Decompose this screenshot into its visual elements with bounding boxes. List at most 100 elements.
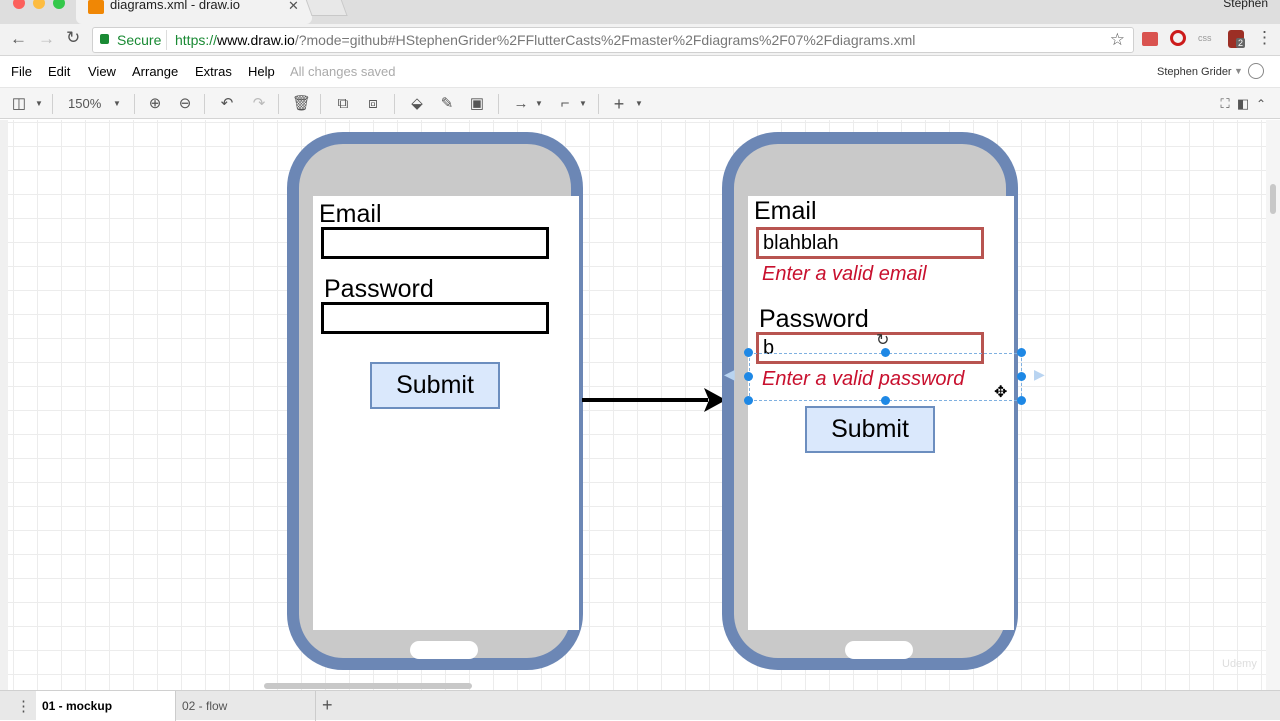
rotate-handle-icon[interactable]: ↻ [876,330,889,350]
panel-dropdown-icon[interactable]: ▼ [30,95,48,113]
resize-handle[interactable] [1017,348,1026,357]
page-tab-mockup[interactable]: 01 - mockup [36,691,176,721]
line-color-icon[interactable]: ✎ [438,95,456,113]
page-tab-flow[interactable]: 02 - flow [176,691,316,721]
zoom-level[interactable]: 150% [68,96,101,111]
resize-handle[interactable] [744,348,753,357]
clone-right-arrow-icon[interactable]: ▶ [1034,366,1045,383]
format-panel-icon[interactable]: ◫ [10,95,28,113]
bookmark-star-icon[interactable]: ☆ [1110,30,1125,50]
extension-badge: 2 [1236,38,1246,48]
to-back-icon[interactable]: ⧈ [364,95,382,113]
zoom-out-icon[interactable]: ⊖ [176,95,194,113]
app-toolbar: ◫ ▼ 150% ▼ ⊕ ⊖ ↶ ↷ 🗑 ⧉ ⧈ ⬙ ✎ ▣ → ▼ ⌐ ▼ +… [0,87,1280,119]
url-scheme: https:// [175,32,218,48]
browser-tab-active[interactable]: diagrams.xml - draw.io ✕ [76,0,312,24]
selection-box [749,353,1022,401]
reload-icon[interactable]: ↻ [66,28,80,48]
shield-extension-icon[interactable]: 2 [1228,30,1246,48]
resize-handle[interactable] [1017,372,1026,381]
to-front-icon[interactable]: ⧉ [334,95,352,113]
browser-address-row: ← → ↻ Secure https://www.draw.io/?mode=g… [0,24,1280,56]
drawio-favicon-icon [88,0,104,14]
url-divider [166,30,167,50]
back-arrow-icon[interactable]: ← [10,29,27,49]
menu-help[interactable]: Help [248,64,275,79]
connection-style-icon[interactable]: → [512,95,530,113]
toolbar-separator [134,94,135,114]
fullscreen-icon[interactable]: ⛶ [1216,95,1234,113]
css-extension-icon[interactable]: css [1198,33,1212,43]
resize-handle[interactable] [744,396,753,405]
extension-red-icon[interactable] [1142,32,1158,46]
move-cursor-icon: ✥ [994,384,1008,401]
tab-title: diagrams.xml - draw.io [110,0,241,12]
save-status: All changes saved [290,64,396,79]
app-menubar: File Edit View Arrange Extras Help All c… [0,57,1280,87]
opera-extension-icon[interactable] [1170,30,1186,46]
url-text: https://www.draw.io/?mode=github#HStephe… [175,32,915,48]
url-path: /?mode=github#HStephenGrider%2FFlutterCa… [294,32,916,48]
zoom-dropdown-icon[interactable]: ▼ [108,95,126,113]
waypoints-dropdown-icon[interactable]: ▼ [574,95,592,113]
url-bar[interactable]: Secure https://www.draw.io/?mode=github#… [92,27,1134,53]
secure-label: Secure [117,32,162,48]
profile-name[interactable]: Stephen [1223,0,1268,10]
password-field[interactable] [321,302,549,334]
left-sidebar-collapsed[interactable] [0,120,8,690]
fill-color-icon[interactable]: ⬙ [408,95,426,113]
resize-handle[interactable] [1017,396,1026,405]
email-label[interactable]: Email [754,197,817,226]
insert-dropdown-icon[interactable]: ▼ [630,95,648,113]
collapse-icon[interactable]: ⌃ [1252,95,1270,113]
phone-mockup-1[interactable]: Email Password Submit [287,132,583,670]
toolbar-separator [52,94,53,114]
flow-arrow[interactable] [578,382,734,418]
submit-button[interactable]: Submit [370,362,500,409]
shadow-icon[interactable]: ▣ [468,95,486,113]
chrome-menu-icon[interactable]: ⋮ [1256,28,1273,48]
horizontal-scroll-thumb[interactable] [264,683,472,689]
password-label[interactable]: Password [759,305,869,334]
redo-icon[interactable]: ↷ [250,95,268,113]
add-page-icon[interactable]: + [322,695,333,716]
email-field[interactable] [321,227,549,259]
language-globe-icon[interactable] [1248,63,1264,79]
phone-mockup-2[interactable]: Email blahblah Enter a valid email Passw… [722,132,1018,670]
clone-left-arrow-icon[interactable]: ◀ [724,366,735,383]
close-window-button[interactable] [13,0,25,9]
menu-extras[interactable]: Extras [195,64,232,79]
tab-close-icon[interactable]: ✕ [288,0,299,14]
email-error-message[interactable]: Enter a valid email [762,263,927,286]
vertical-scroll-thumb[interactable] [1270,184,1276,214]
undo-icon[interactable]: ↶ [218,95,236,113]
connection-dropdown-icon[interactable]: ▼ [530,95,548,113]
submit-button[interactable]: Submit [805,406,935,453]
insert-plus-icon[interactable]: + [610,95,628,113]
email-field[interactable]: blahblah [756,227,984,259]
minimize-window-button[interactable] [33,0,45,9]
password-label[interactable]: Password [324,275,434,304]
menu-view[interactable]: View [88,64,116,79]
maximize-window-button[interactable] [53,0,65,9]
new-tab-button[interactable] [304,0,348,16]
page-tab-label: 02 - flow [182,699,228,713]
resize-handle[interactable] [744,372,753,381]
email-label[interactable]: Email [319,200,382,229]
user-name[interactable]: Stephen Grider [1157,66,1232,78]
menu-edit[interactable]: Edit [48,64,70,79]
menu-arrange[interactable]: Arrange [132,64,178,79]
diagram-canvas[interactable]: Email Password Submit Email blahblah Ent… [8,120,1266,690]
menu-file[interactable]: File [11,64,32,79]
pages-menu-icon[interactable]: ⋮ [16,697,31,715]
toolbar-separator [320,94,321,114]
forward-arrow-icon[interactable]: → [38,29,55,49]
zoom-in-icon[interactable]: ⊕ [146,95,164,113]
split-panel-icon[interactable]: ◧ [1234,95,1252,113]
delete-trash-icon[interactable]: 🗑 [292,95,311,113]
url-host: www.draw.io [217,32,295,48]
user-menu-chevron-icon[interactable]: ▼ [1234,66,1243,76]
resize-handle[interactable] [881,396,890,405]
toolbar-separator [598,94,599,114]
waypoints-icon[interactable]: ⌐ [556,95,574,113]
